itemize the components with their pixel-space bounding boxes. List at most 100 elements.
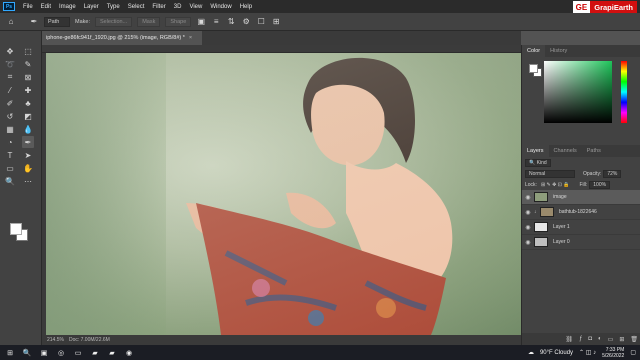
eraser-tool-icon[interactable]: ◩	[22, 110, 34, 122]
document-canvas[interactable]	[46, 53, 521, 335]
layer-row-image[interactable]: ◉ image	[522, 190, 640, 205]
layer-thumbnail	[534, 222, 548, 232]
opacity-input[interactable]: 72%	[603, 169, 622, 178]
kind-label: Kind	[536, 159, 547, 166]
saturation-brightness-field[interactable]	[544, 61, 612, 123]
document-size[interactable]: Doc: 7.00M/22.6M	[69, 337, 110, 343]
make-shape-button[interactable]: Shape	[165, 16, 192, 27]
delete-layer-icon[interactable]: 🗑	[630, 336, 638, 343]
windows-start-icon[interactable]: ⊞	[3, 346, 17, 359]
frame-tool-icon[interactable]: ⊠	[22, 71, 34, 83]
document-tab[interactable]: iphone-ge86fc941f_1920.jpg @ 215% (image…	[42, 31, 202, 45]
browser-icon[interactable]: ◉	[122, 346, 136, 359]
move-tool-icon[interactable]: ✥	[4, 45, 16, 57]
notifications-icon[interactable]: ▢	[630, 349, 636, 356]
path-mode-select[interactable]: Path	[44, 16, 70, 27]
make-mask-button[interactable]: Mask	[137, 16, 161, 27]
file-explorer-icon[interactable]: ▭	[71, 346, 85, 359]
tab-color[interactable]: Color	[522, 45, 546, 57]
color-panel-tabs: Color History	[522, 45, 640, 57]
visibility-eye-icon[interactable]: ◉	[522, 209, 534, 216]
clock[interactable]: 7:33 PM 5/26/2022	[602, 347, 624, 359]
link-layers-icon[interactable]: ⛓	[565, 336, 573, 343]
layer-name: bathtub-1822646	[559, 209, 597, 215]
blend-mode-select[interactable]: Normal	[525, 169, 575, 178]
zoom-level[interactable]: 214.5%	[47, 337, 64, 343]
layer-name: image	[553, 194, 567, 200]
shape-tool-icon[interactable]: ▭	[4, 162, 16, 174]
path-arrangement-icon[interactable]: ⇅	[226, 17, 236, 27]
clone-stamp-tool-icon[interactable]: ♣	[22, 97, 34, 109]
adjustment-layer-icon[interactable]: ◐	[598, 336, 602, 342]
tray-icons[interactable]: ⌃ ◫ ♪	[579, 349, 596, 356]
pen-tool-icon[interactable]: ✒	[22, 136, 34, 148]
photoshop-taskbar-icon[interactable]: ▰	[105, 346, 119, 359]
weather-text[interactable]: 90°F Cloudy	[540, 350, 573, 356]
new-group-icon[interactable]: ▭	[608, 336, 614, 343]
new-layer-icon[interactable]: ⊞	[619, 336, 624, 343]
type-tool-icon[interactable]: T	[4, 149, 16, 161]
menu-window[interactable]: Window	[206, 4, 235, 10]
layer-row-layer-0[interactable]: ◉ Layer 0	[522, 235, 640, 250]
home-icon[interactable]: ⌂	[6, 17, 16, 27]
layer-row-bathtub[interactable]: ◉ ↓ bathtub-1822646	[522, 205, 640, 220]
quick-select-tool-icon[interactable]: ✎	[22, 58, 34, 70]
align-edges-icon[interactable]: ⊞	[271, 17, 281, 27]
tools-panel: ✥ ⬚ ➰ ✎ ⌗ ⊠ ⁄ ✚ ✐ ♣ ↺ ◩ ▦ 💧 ◔ ✒ T ➤ ▭ ✋ …	[0, 31, 42, 345]
layer-kind-filter[interactable]: 🔍 Kind	[525, 158, 551, 167]
add-mask-icon[interactable]: ◘	[588, 336, 592, 342]
make-selection-button[interactable]: Selection...	[94, 16, 133, 27]
history-brush-tool-icon[interactable]: ↺	[4, 110, 16, 122]
menu-view[interactable]: View	[185, 4, 206, 10]
tab-paths[interactable]: Paths	[582, 145, 606, 157]
crop-tool-icon[interactable]: ⌗	[4, 71, 16, 83]
task-view-icon[interactable]: ▣	[37, 346, 51, 359]
layer-style-icon[interactable]: ƒ	[579, 336, 582, 342]
zoom-tool-icon[interactable]: 🔍	[4, 175, 16, 187]
hand-tool-icon[interactable]: ✋	[22, 162, 34, 174]
chrome-icon[interactable]: ◎	[54, 346, 68, 359]
healing-tool-icon[interactable]: ✚	[22, 84, 34, 96]
visibility-eye-icon[interactable]: ◉	[522, 224, 534, 231]
path-alignment-icon[interactable]: ≡	[211, 17, 221, 27]
tab-history[interactable]: History	[545, 45, 572, 57]
horizontal-ruler	[42, 45, 521, 53]
hue-slider[interactable]	[621, 61, 627, 123]
close-icon[interactable]: ×	[189, 35, 192, 41]
pen-icon[interactable]: ✒	[29, 17, 39, 27]
premiere-icon[interactable]: ▰	[88, 346, 102, 359]
panel-foreground-swatch[interactable]	[529, 64, 538, 73]
brand-watermark: GE GrapiEarth	[572, 1, 637, 13]
visibility-eye-icon[interactable]: ◉	[522, 239, 534, 246]
eyedropper-tool-icon[interactable]: ⁄	[4, 84, 16, 96]
blur-tool-icon[interactable]: 💧	[22, 123, 34, 135]
menu-type[interactable]: Type	[103, 4, 124, 10]
blend-row: Normal Opacity: 72%	[522, 168, 640, 179]
path-select-tool-icon[interactable]: ➤	[22, 149, 34, 161]
menu-layer[interactable]: Layer	[80, 4, 103, 10]
dodge-tool-icon[interactable]: ◔	[4, 136, 16, 148]
lasso-tool-icon[interactable]: ➰	[4, 58, 16, 70]
tab-channels[interactable]: Channels	[549, 145, 582, 157]
brush-tool-icon[interactable]: ✐	[4, 97, 16, 109]
lock-icons[interactable]: ⊞ ✎ ✥ ⊡ 🔒	[541, 182, 570, 188]
gradient-tool-icon[interactable]: ▦	[4, 123, 16, 135]
menu-filter[interactable]: Filter	[148, 4, 169, 10]
layer-row-layer-1[interactable]: ◉ Layer 1	[522, 220, 640, 235]
fill-input[interactable]: 100%	[589, 180, 611, 189]
foreground-color-swatch[interactable]	[10, 223, 22, 235]
menu-file[interactable]: File	[19, 4, 37, 10]
path-operations-icon[interactable]: ▣	[196, 17, 206, 27]
auto-add-delete-icon[interactable]: ☐	[256, 17, 266, 27]
menu-3d[interactable]: 3D	[170, 4, 186, 10]
search-icon[interactable]: 🔍	[20, 346, 34, 359]
menu-edit[interactable]: Edit	[37, 4, 55, 10]
gear-icon[interactable]: ⚙	[241, 17, 251, 27]
visibility-eye-icon[interactable]: ◉	[522, 194, 534, 201]
tab-layers[interactable]: Layers	[522, 145, 549, 157]
menu-help[interactable]: Help	[236, 4, 256, 10]
more-tools-icon[interactable]: ⋯	[22, 175, 34, 187]
menu-select[interactable]: Select	[124, 4, 149, 10]
menu-image[interactable]: Image	[55, 4, 80, 10]
marquee-tool-icon[interactable]: ⬚	[22, 45, 34, 57]
